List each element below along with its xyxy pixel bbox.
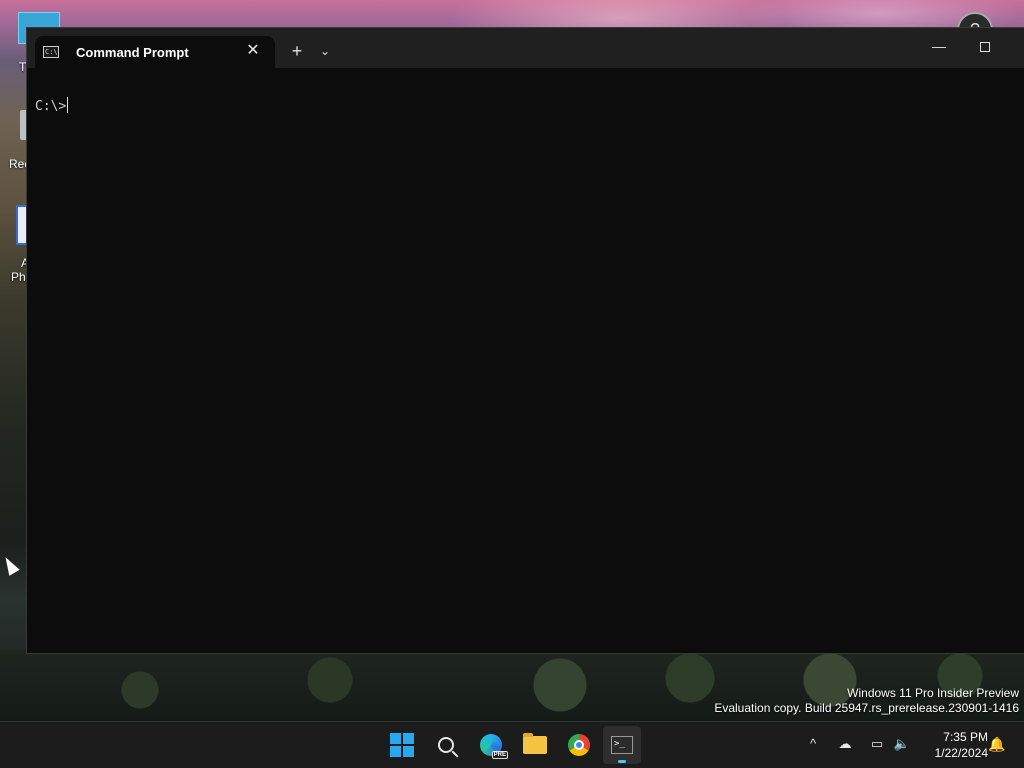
maximize-icon (980, 42, 990, 52)
edge-icon: PRE (480, 734, 508, 759)
active-app-indicator (618, 760, 626, 763)
search-icon (438, 737, 454, 753)
tray-chevron-up-icon[interactable]: ^ (803, 734, 823, 754)
terminal-taskbar-button[interactable]: >_ (603, 726, 641, 764)
command-prompt-text: C:\> (35, 99, 67, 114)
edge-taskbar-button[interactable]: PRE (472, 726, 510, 764)
command-prompt-icon: C:\ (43, 46, 59, 58)
system-clock[interactable]: 7:35 PM 1/22/2024 (918, 729, 988, 761)
new-tab-button[interactable]: + (286, 40, 308, 62)
chrome-taskbar-button[interactable] (560, 726, 598, 764)
edge-pre-badge: PRE (491, 751, 508, 759)
console-output[interactable]: C:\> (27, 68, 1024, 653)
text-cursor (67, 97, 69, 113)
tab-close-icon[interactable]: ✕ (243, 41, 263, 61)
onedrive-cloud-icon[interactable]: ☁ (835, 734, 855, 754)
watermark-line-2: Evaluation copy. Build 25947.rs_prerelea… (714, 701, 1019, 715)
notification-bell-icon[interactable]: 🔔 (987, 734, 1007, 754)
watermark-line-1: Windows 11 Pro Insider Preview (847, 686, 1019, 700)
mouse-pointer-icon (0, 554, 20, 576)
evaluation-watermark: Windows 11 Pro Insider Preview Evaluatio… (714, 686, 1019, 716)
taskbar: PRE >_ ^ ☁ ▭ 🔈 7:35 PM 1/22/2024 🔔 (0, 721, 1024, 768)
minimize-button[interactable]: — (919, 36, 959, 60)
file-explorer-button[interactable] (516, 726, 554, 764)
tab-dropdown-chevron-icon[interactable]: ⌄ (314, 40, 336, 62)
clock-time: 7:35 PM (943, 730, 988, 744)
volume-muted-icon[interactable]: 🔈 (892, 734, 912, 754)
folder-icon (523, 733, 547, 754)
clock-date: 1/22/2024 (934, 746, 988, 760)
terminal-icon: >_ (611, 736, 633, 754)
title-bar[interactable]: C:\ Command Prompt ✕ + ⌄ — (27, 28, 1024, 68)
windows-logo-icon (390, 733, 414, 757)
chrome-icon (568, 734, 590, 756)
tab-command-prompt[interactable]: C:\ Command Prompt ✕ (35, 36, 275, 68)
search-button[interactable] (427, 726, 465, 764)
tab-title: Command Prompt (76, 44, 189, 60)
maximize-button[interactable] (965, 36, 1005, 60)
network-icon[interactable]: ▭ (867, 734, 887, 754)
start-button[interactable] (383, 726, 421, 764)
terminal-window: C:\ Command Prompt ✕ + ⌄ — C:\> (26, 27, 1024, 654)
